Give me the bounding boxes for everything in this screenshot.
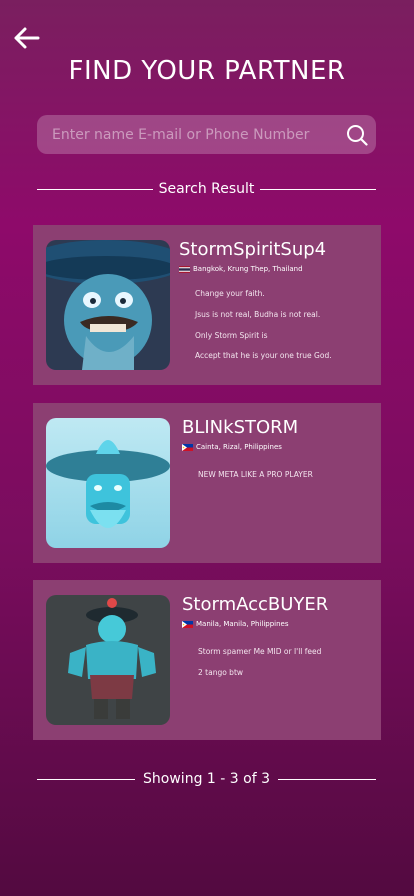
avatar-image <box>46 418 170 548</box>
search-button[interactable] <box>338 115 376 154</box>
result-location: Manila, Manila, Philippines <box>182 620 289 628</box>
philippines-flag-icon <box>182 620 193 628</box>
location-text: Bangkok, Krung Thep, Thailand <box>193 265 303 273</box>
pagination-divider: Showing 1 - 3 of 3 <box>37 771 377 787</box>
showing-count: Showing 1 - 3 of 3 <box>143 771 270 787</box>
result-location: Bangkok, Krung Thep, Thailand <box>179 265 303 273</box>
divider-line <box>37 778 136 780</box>
location-text: Manila, Manila, Philippines <box>196 620 289 628</box>
arrow-left-icon <box>14 27 40 49</box>
search-icon <box>347 124 368 146</box>
result-card[interactable]: BLINkSTORM Cainta, Rizal, Philippines NE… <box>33 403 381 563</box>
bio-line: Only Storm Spirit is <box>195 331 268 340</box>
page-title: FIND YOUR PARTNER <box>68 56 346 86</box>
result-card[interactable]: StormSpiritSup4 Bangkok, Krung Thep, Tha… <box>33 225 381 385</box>
philippines-flag-icon <box>182 443 193 451</box>
avatar <box>46 418 170 548</box>
bio-line: 2 tango btw <box>198 668 244 677</box>
result-location: Cainta, Rizal, Philippines <box>182 443 282 451</box>
bio-line: Accept that he is your one true God. <box>195 351 332 360</box>
avatar-image <box>46 240 170 370</box>
bio-line: NEW META LIKE A PRO PLAYER <box>198 470 313 479</box>
search-result-label: Search Result <box>158 181 255 197</box>
back-button[interactable] <box>10 24 42 52</box>
divider-line <box>277 778 377 780</box>
bio-line: Jsus is not real, Budha is not real. <box>195 310 321 319</box>
result-name[interactable]: StormAccBUYER <box>182 594 328 615</box>
result-name[interactable]: StormSpiritSup4 <box>179 239 326 260</box>
thailand-flag-icon <box>179 265 190 273</box>
avatar <box>46 240 170 370</box>
search-bar <box>37 115 376 154</box>
result-name[interactable]: BLINkSTORM <box>182 417 298 438</box>
bio-line: Storm spamer Me MID or I'll feed <box>198 647 322 656</box>
result-card[interactable]: StormAccBUYER Manila, Manila, Philippine… <box>33 580 381 740</box>
search-input[interactable] <box>37 115 338 154</box>
avatar <box>46 595 170 725</box>
bio-line: Change your faith. <box>195 289 265 298</box>
divider-line <box>260 188 376 190</box>
avatar-image <box>46 595 170 725</box>
search-result-divider: Search Result <box>37 181 376 197</box>
location-text: Cainta, Rizal, Philippines <box>196 443 282 451</box>
divider-line <box>37 188 153 190</box>
